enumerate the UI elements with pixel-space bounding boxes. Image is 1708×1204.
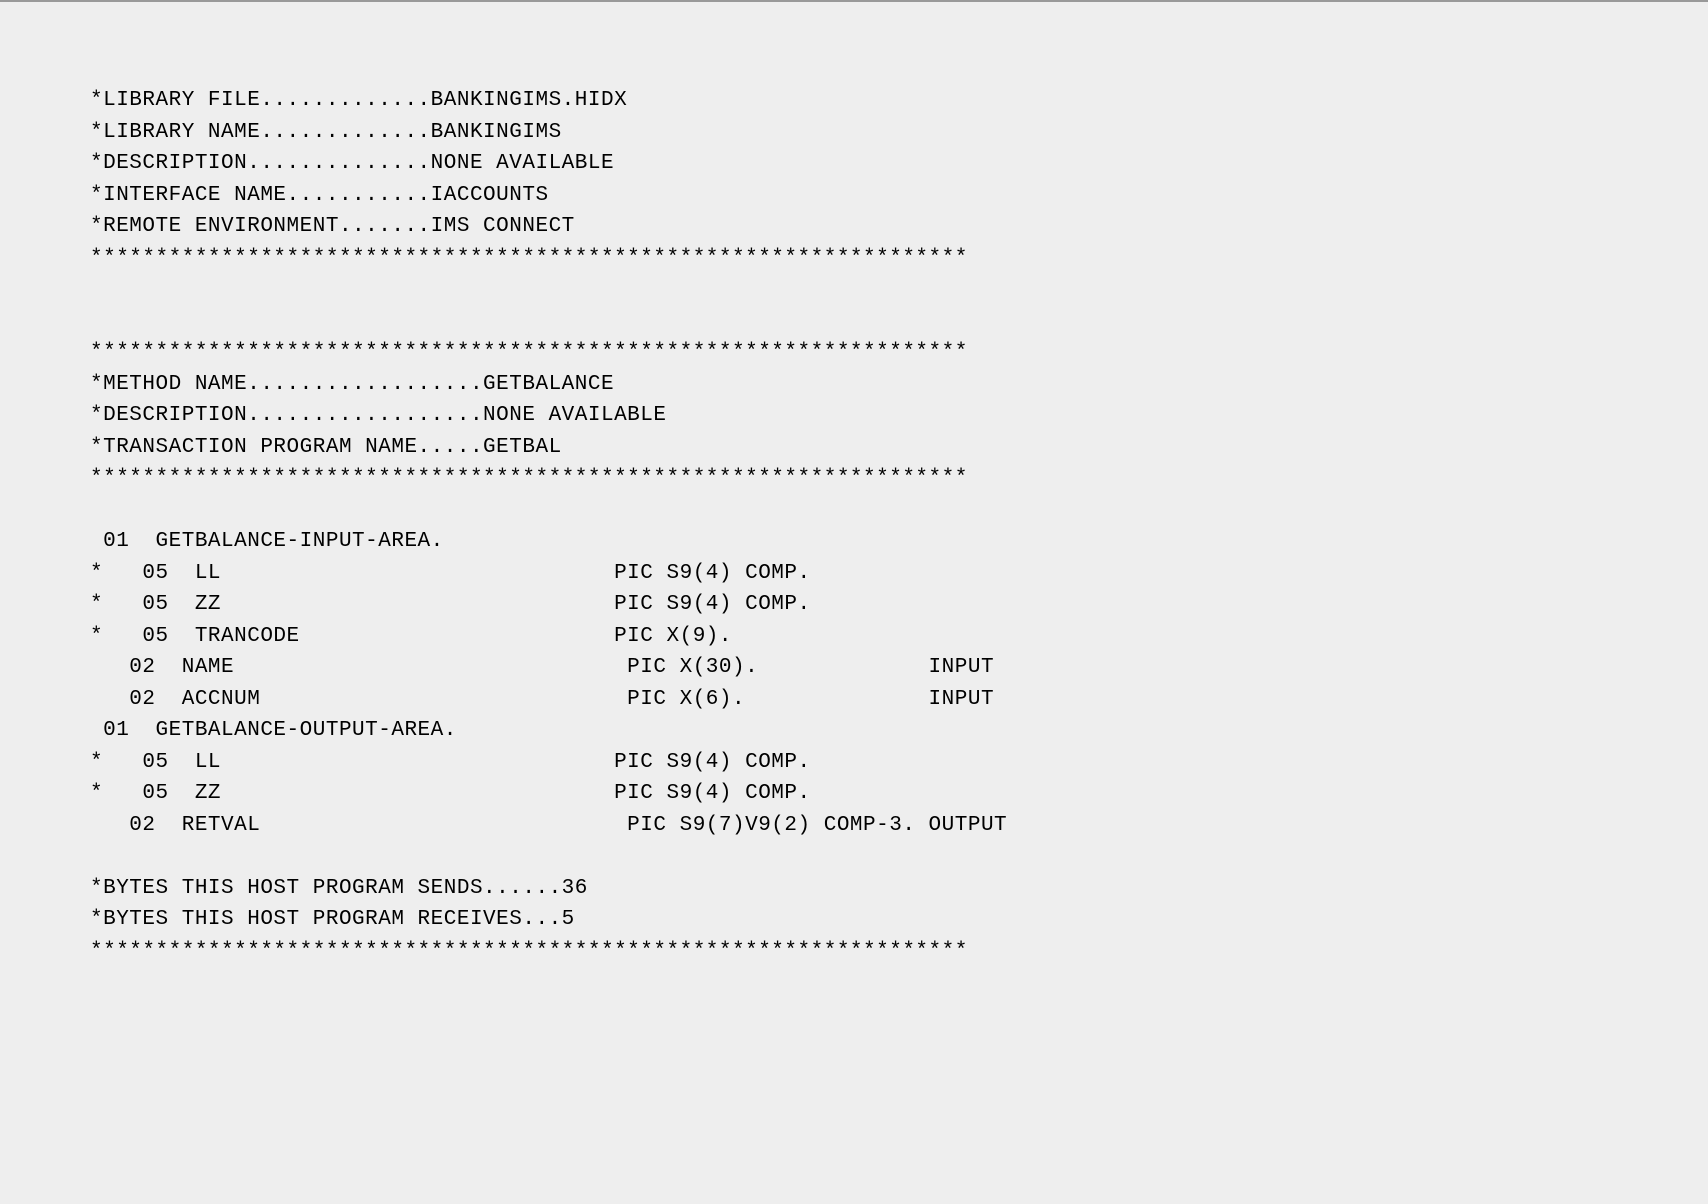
code-line: * 05 TRANCODE PIC X(9). [90,621,1618,653]
code-line: *DESCRIPTION..................NONE AVAIL… [90,400,1618,432]
code-line: * 05 ZZ PIC S9(4) COMP. [90,778,1618,810]
code-line: *METHOD NAME..................GETBALANCE [90,369,1618,401]
code-line: ****************************************… [90,463,1618,495]
code-line: 02 RETVAL PIC S9(7)V9(2) COMP-3. OUTPUT [90,810,1618,842]
code-line: 01 GETBALANCE-INPUT-AREA. [90,526,1618,558]
code-line: * 05 LL PIC S9(4) COMP. [90,558,1618,590]
code-line: 02 ACCNUM PIC X(6). INPUT [90,684,1618,716]
code-line: 02 NAME PIC X(30). INPUT [90,652,1618,684]
code-line: * 05 LL PIC S9(4) COMP. [90,747,1618,779]
code-line [90,841,1618,873]
code-line: ****************************************… [90,936,1618,968]
code-line: *LIBRARY NAME.............BANKINGIMS [90,117,1618,149]
code-line: *BYTES THIS HOST PROGRAM SENDS......36 [90,873,1618,905]
code-line: ****************************************… [90,337,1618,369]
code-line: * 05 ZZ PIC S9(4) COMP. [90,589,1618,621]
code-line [90,274,1618,306]
code-line: *BYTES THIS HOST PROGRAM RECEIVES...5 [90,904,1618,936]
code-line [90,306,1618,338]
cobol-listing: *LIBRARY FILE.............BANKINGIMS.HID… [90,85,1618,967]
code-line: *LIBRARY FILE.............BANKINGIMS.HID… [90,85,1618,117]
code-line: *DESCRIPTION..............NONE AVAILABLE [90,148,1618,180]
code-line: 01 GETBALANCE-OUTPUT-AREA. [90,715,1618,747]
code-line: *INTERFACE NAME...........IACCOUNTS [90,180,1618,212]
code-line [90,495,1618,527]
code-line: *TRANSACTION PROGRAM NAME.....GETBAL [90,432,1618,464]
code-line: ****************************************… [90,243,1618,275]
code-line: *REMOTE ENVIRONMENT.......IMS CONNECT [90,211,1618,243]
